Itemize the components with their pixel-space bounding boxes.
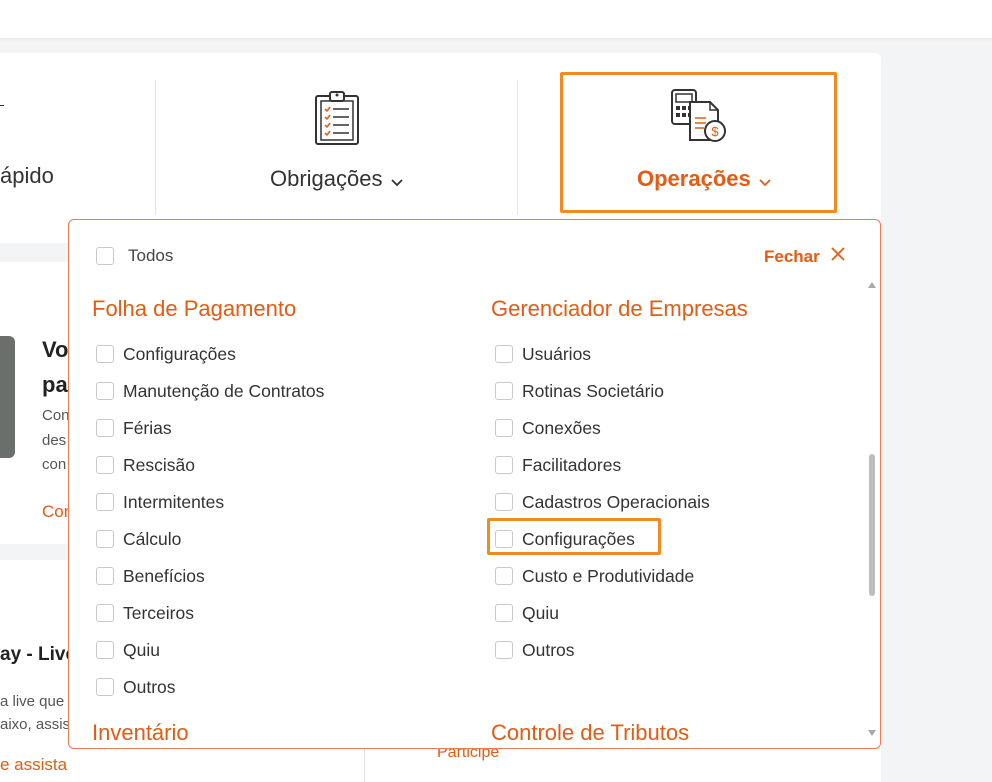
checkbox-item[interactable]: Terceiros (96, 602, 194, 624)
item-label: Outros (123, 676, 176, 697)
item-label: Usuários (522, 343, 592, 364)
live-text-2: aixo, assis (0, 716, 71, 733)
checkbox-item[interactable]: Benefícios (96, 565, 205, 587)
item-label: Facilitadores (522, 454, 622, 475)
operacoes-label: Operações (637, 166, 751, 191)
checkbox-item[interactable]: Quiu (495, 602, 559, 624)
checkbox[interactable] (96, 678, 114, 696)
checkbox-item[interactable]: Manutenção de Contratos (96, 380, 324, 402)
item-label: Rescisão (123, 454, 195, 475)
checkbox-item[interactable]: Custo e Produtividade (495, 565, 694, 587)
card-image (0, 336, 15, 458)
checkbox-item[interactable]: Cadastros Operacionais (495, 491, 710, 513)
checkbox[interactable] (495, 382, 513, 400)
category-partial-label[interactable]: ápido (0, 163, 54, 189)
item-label: Custo e Produtividade (522, 565, 695, 586)
item-label: Cadastros Operacionais (522, 491, 710, 512)
checkbox[interactable] (495, 493, 513, 511)
operacoes-dropdown-panel: Todos Fechar Folha de Pagamento Configur… (68, 219, 881, 749)
section-title-inventario: Inventário (92, 720, 189, 745)
live-title: ay - Live (0, 644, 77, 665)
item-label: Férias (123, 417, 172, 438)
checkbox-item[interactable]: Férias (96, 417, 172, 439)
chevron-down-icon (390, 167, 403, 193)
partial-icon (0, 105, 4, 106)
checkbox[interactable] (96, 641, 114, 659)
checkbox[interactable] (495, 456, 513, 474)
obrigacoes-label: Obrigações (270, 166, 383, 191)
todos-option[interactable]: Todos (96, 246, 173, 266)
card-text-1: Con (42, 407, 70, 424)
checkbox-item[interactable]: Outros (495, 639, 575, 661)
checkbox-item[interactable]: Rescisão (96, 454, 195, 476)
scrollbar[interactable] (865, 282, 879, 742)
item-label: Configurações (123, 343, 236, 364)
item-label: Benefícios (123, 565, 205, 586)
checkbox[interactable] (96, 604, 114, 622)
item-label: Quiu (123, 639, 160, 660)
checkbox-item[interactable]: Quiu (96, 639, 160, 661)
checkbox-item[interactable]: Usuários (495, 343, 591, 365)
checkbox-item[interactable]: Intermitentes (96, 491, 224, 513)
checkbox[interactable] (495, 567, 513, 585)
todos-checkbox[interactable] (96, 247, 114, 265)
operacoes-dropdown[interactable]: Operações (637, 166, 771, 193)
checkbox[interactable] (495, 419, 513, 437)
scrollbar-thumb[interactable] (869, 454, 875, 596)
card-title-2: pa (42, 372, 68, 397)
item-label: Rotinas Societário (522, 380, 665, 401)
obrigacoes-dropdown[interactable]: Obrigações (270, 166, 403, 193)
top-bar (0, 0, 992, 38)
checkbox-item[interactable]: Cálculo (96, 528, 181, 550)
checkbox-item[interactable]: Configurações (96, 343, 236, 365)
item-label: Terceiros (123, 602, 194, 623)
checkbox-item[interactable]: Rotinas Societário (495, 380, 664, 402)
live-text-1: a live que (0, 693, 65, 710)
scroll-down-arrow-icon[interactable] (868, 730, 876, 736)
checkbox[interactable] (96, 456, 114, 474)
item-label: Conexões (522, 417, 601, 438)
checkbox-item[interactable]: Facilitadores (495, 454, 621, 476)
close-label: Fechar (764, 246, 820, 266)
checkbox[interactable] (96, 493, 114, 511)
checkbox-item[interactable]: Outros (96, 676, 176, 698)
checkbox[interactable] (96, 567, 114, 585)
item-label: Cálculo (123, 528, 182, 549)
checkbox[interactable] (495, 641, 513, 659)
checkbox[interactable] (96, 419, 114, 437)
checkbox[interactable] (495, 604, 513, 622)
checkbox[interactable] (96, 345, 114, 363)
checkbox-item[interactable]: Conexões (495, 417, 601, 439)
section-title-controle-tributos: Controle de Tributos (491, 720, 690, 745)
card-text-2: des (42, 432, 67, 449)
section-title-gerenciador: Gerenciador de Empresas (491, 296, 748, 321)
close-icon (830, 246, 846, 267)
item-label: Intermitentes (123, 491, 225, 512)
configuracoes-highlight (487, 518, 661, 555)
card-text-3: con (42, 456, 67, 473)
divider (517, 80, 518, 215)
chevron-down-icon (759, 167, 771, 193)
scroll-up-arrow-icon[interactable] (868, 282, 876, 288)
todos-label: Todos (128, 246, 174, 265)
live-link[interactable]: e assista (0, 755, 67, 775)
section-title-folha: Folha de Pagamento (92, 296, 297, 321)
checkbox[interactable] (96, 530, 114, 548)
item-label: Manutenção de Contratos (123, 380, 325, 401)
clipboard-checklist-icon (313, 90, 361, 151)
divider (155, 80, 156, 215)
checkbox[interactable] (96, 382, 114, 400)
checkbox[interactable] (495, 345, 513, 363)
item-label: Outros (522, 639, 575, 660)
item-label: Quiu (522, 602, 559, 623)
card-title: Vo (42, 337, 69, 362)
close-button[interactable]: Fechar (764, 246, 846, 267)
